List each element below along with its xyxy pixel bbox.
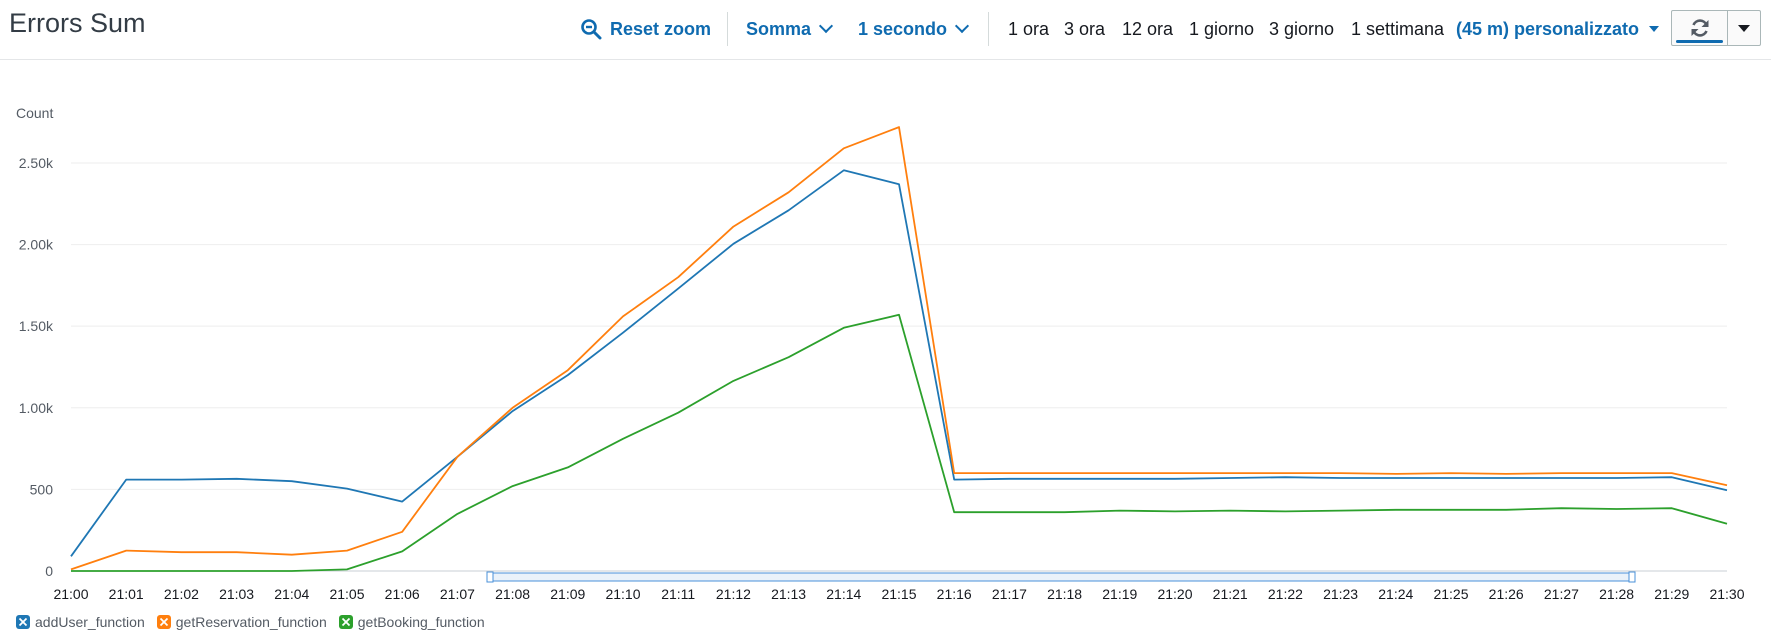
x-tick-label: 21:25 [1433, 586, 1468, 602]
x-tick-label: 21:29 [1654, 586, 1689, 602]
x-tick-label: 21:06 [385, 586, 420, 602]
y-tick-label: 1.50k [19, 318, 54, 334]
x-tick-label: 21:27 [1544, 586, 1579, 602]
y-tick-label: 1.00k [19, 400, 54, 416]
x-tick-label: 21:18 [1047, 586, 1082, 602]
y-tick-label: 2.00k [19, 237, 54, 253]
x-tick-label: 21:12 [716, 586, 751, 602]
close-x-icon [156, 615, 171, 629]
series-line-getReservation_function [70, 126, 1728, 571]
x-tick-label: 21:23 [1323, 586, 1358, 602]
x-tick-label: 21:05 [329, 586, 364, 602]
y-tick-label: 2.50k [19, 155, 54, 171]
series-line-addUser_function [70, 169, 1728, 557]
legend-item[interactable]: addUser_function [16, 614, 145, 630]
x-tick-label: 21:03 [219, 586, 254, 602]
x-tick-label: 21:26 [1489, 586, 1524, 602]
y-tick-label: 0 [45, 563, 53, 579]
legend-label: addUser_function [35, 614, 145, 630]
close-x-icon [338, 615, 353, 629]
series-line-getBooking_function [71, 313, 1728, 572]
x-tick-label: 21:30 [1709, 586, 1744, 602]
x-tick-label: 21:00 [53, 586, 88, 602]
x-tick-label: 21:22 [1268, 586, 1303, 602]
x-tick-label: 21:13 [771, 586, 806, 602]
x-tick-label: 21:10 [605, 586, 640, 602]
legend-item[interactable]: getReservation_function [156, 614, 327, 630]
x-tick-label: 21:14 [826, 586, 861, 602]
x-tick-label: 21:19 [1102, 586, 1137, 602]
x-tick-label: 21:20 [1157, 586, 1192, 602]
x-tick-label: 21:01 [109, 586, 144, 602]
x-tick-label: 21:09 [550, 586, 585, 602]
x-tick-label: 21:08 [495, 586, 530, 602]
zoom-range-handle[interactable] [486, 571, 494, 583]
x-tick-label: 21:15 [881, 586, 916, 602]
x-tick-label: 21:28 [1599, 586, 1634, 602]
x-tick-label: 21:16 [937, 586, 972, 602]
x-tick-label: 21:17 [992, 586, 1027, 602]
errors-line-chart[interactable]: 0 500 1.00k 1.50k 2.00k 2.50k 21:00 21:01 21:02 2… [0, 0, 1771, 610]
x-tick-label: 21:21 [1213, 586, 1248, 602]
close-x-icon [16, 615, 30, 629]
zoom-range-handle[interactable] [1628, 571, 1636, 583]
x-tick-label: 21:11 [661, 586, 695, 602]
legend-label: getReservation_function [175, 614, 327, 630]
y-tick-label: 500 [30, 481, 54, 497]
zoom-range-selector[interactable] [489, 572, 1633, 582]
x-tick-label: 21:24 [1378, 586, 1413, 602]
x-tick-label: 21:04 [274, 586, 309, 602]
legend-label: getBooking_function [357, 614, 485, 630]
x-tick-label: 21:02 [164, 586, 199, 602]
legend-item[interactable]: getBooking_function [338, 614, 485, 630]
chart-legend: addUser_function getReservation_function g… [16, 614, 497, 630]
x-tick-label: 21:07 [440, 586, 475, 602]
